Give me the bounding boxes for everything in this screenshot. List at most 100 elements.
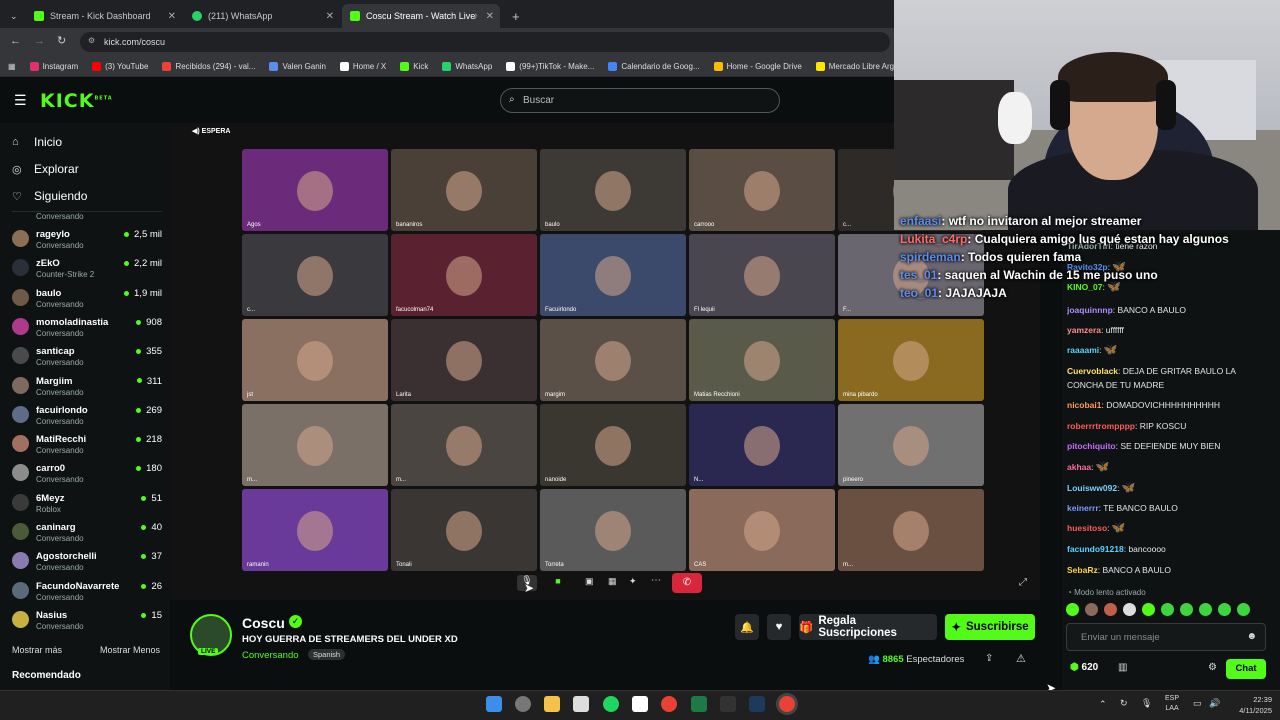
participant-tile[interactable]: N... <box>689 404 835 486</box>
volume-icon[interactable]: 🔊 <box>1209 698 1220 709</box>
chat-username[interactable]: Louisww092 <box>1067 483 1117 493</box>
network-icon[interactable]: ▭ <box>1193 698 1202 709</box>
participant-tile[interactable]: Agos <box>242 149 388 231</box>
chat-input[interactable]: Enviar un mensaje ☻ <box>1066 623 1266 651</box>
participant-tile[interactable]: c... <box>242 234 388 316</box>
file-explorer-icon[interactable] <box>544 696 560 712</box>
app-icon[interactable] <box>632 696 648 712</box>
participant-tile[interactable]: nanoide <box>540 404 686 486</box>
participant-tile[interactable]: m... <box>838 489 984 571</box>
emote-icon[interactable] <box>1066 603 1079 616</box>
gift-subs-button[interactable]: 🎁 Regala Suscripciones <box>799 614 937 640</box>
category-link[interactable]: Conversando <box>242 650 299 661</box>
emote-icon[interactable] <box>1142 603 1155 616</box>
speaker-icon[interactable]: ♪ <box>473 11 478 22</box>
participant-tile[interactable]: Larita <box>391 319 537 401</box>
nav-inicio[interactable]: ⌂ Inicio <box>12 135 62 149</box>
participant-tile[interactable]: ramanin <box>242 489 388 571</box>
participant-tile[interactable]: pineero <box>838 404 984 486</box>
bookmark-item[interactable]: (99+)TikTok - Make... <box>506 61 594 71</box>
notification-bell-icon[interactable]: 🔔 <box>735 614 759 640</box>
chrome-icon[interactable] <box>661 696 677 712</box>
chrome-active-icon[interactable] <box>779 696 795 712</box>
bookmark-item[interactable]: (3) YouTube <box>92 61 148 71</box>
sidebar-channel[interactable]: Nasius Conversando 15 <box>12 608 162 637</box>
chat-username[interactable]: pitochiquito <box>1067 441 1116 451</box>
tray-app-icon[interactable]: ↻ <box>1120 698 1128 709</box>
bookmark-item[interactable]: Calendario de Goog... <box>608 61 700 71</box>
bookmark-item[interactable]: Valen Ganin <box>269 61 326 71</box>
epic-games-icon[interactable] <box>720 696 736 712</box>
participant-tile[interactable]: baulo <box>540 149 686 231</box>
sidebar-channel[interactable]: facuirlondo Conversando 269 <box>12 403 162 432</box>
tray-chevron-icon[interactable]: ⌃ <box>1099 699 1107 710</box>
close-icon[interactable]: ✕ <box>326 11 334 22</box>
emote-icon[interactable] <box>1237 603 1250 616</box>
grid-icon[interactable]: ▦ <box>608 576 617 587</box>
nav-explorar[interactable]: ◎ Explorar <box>12 162 79 176</box>
sidebar-channel[interactable]: caninarg Conversando 40 <box>12 520 162 549</box>
emoji-icon[interactable]: ☻ <box>1246 631 1257 642</box>
channel-points[interactable]: ⬢ 620 <box>1070 662 1098 673</box>
bookmark-item[interactable]: Mercado Libre Arge... <box>815 61 905 71</box>
sidebar-channel[interactable]: FacundoNavarrete Conversando 26 <box>12 579 162 608</box>
effects-icon[interactable]: ✦ <box>629 576 637 587</box>
emote-icon[interactable] <box>1123 603 1136 616</box>
participant-tile[interactable]: facucolman74 <box>391 234 537 316</box>
hang-up-icon[interactable]: ✆ <box>672 573 702 593</box>
back-icon[interactable]: ← <box>10 35 21 47</box>
close-icon[interactable]: ✕ <box>168 11 176 22</box>
chat-username[interactable]: nicobai1 <box>1067 400 1101 410</box>
camera-icon[interactable]: ■ <box>549 576 567 590</box>
emote-icon[interactable] <box>1199 603 1212 616</box>
settings-app-icon[interactable] <box>515 696 531 712</box>
report-icon[interactable]: ⚠ <box>1016 652 1026 665</box>
emote-icon[interactable] <box>1085 603 1098 616</box>
participant-tile[interactable]: Tonali <box>391 489 537 571</box>
tab-search-button[interactable]: ⌄ <box>2 4 24 28</box>
chat-username[interactable]: facundo91218 <box>1067 544 1124 554</box>
spotify-icon[interactable] <box>603 696 619 712</box>
excel-icon[interactable] <box>691 696 707 712</box>
participant-tile[interactable]: mina pibardo <box>838 319 984 401</box>
bookmark-item[interactable]: Kick <box>400 61 428 71</box>
sidebar-channel[interactable]: momoladinastia Conversando 908 <box>12 315 162 344</box>
sidebar-channel[interactable]: 6Meyz Roblox 51 <box>12 491 162 520</box>
store-icon[interactable]: ▥ <box>1118 662 1127 673</box>
chat-username[interactable]: keinerrr <box>1067 503 1099 513</box>
chat-username[interactable]: huesitoso <box>1067 523 1107 533</box>
participant-tile[interactable]: bananiros <box>391 149 537 231</box>
participant-tile[interactable]: jst <box>242 319 388 401</box>
chat-username[interactable]: yamzera <box>1067 325 1101 335</box>
participant-tile[interactable]: Facuirlondo <box>540 234 686 316</box>
bookmark-item[interactable]: Instagram <box>29 61 78 71</box>
participant-tile[interactable]: Torreta <box>540 489 686 571</box>
chat-username[interactable]: SebaRz <box>1067 565 1098 575</box>
steam-icon[interactable] <box>749 696 765 712</box>
forward-icon[interactable]: → <box>34 35 45 47</box>
mic-tray-icon[interactable]: 🎙 <box>1141 698 1152 709</box>
bookmark-item[interactable]: Recibidos (294) - val... <box>162 61 255 71</box>
kick-logo[interactable]: KICKBETA <box>40 90 113 112</box>
tab-kick-dashboard[interactable]: Stream - Kick Dashboard ✕ <box>26 4 182 28</box>
nav-siguiendo[interactable]: ♡ Siguiendo <box>12 189 87 203</box>
store-app-icon[interactable] <box>573 696 589 712</box>
follow-heart-icon[interactable]: ♥ <box>767 614 791 640</box>
participant-tile[interactable]: carrooo <box>689 149 835 231</box>
share-icon[interactable]: ⇪ <box>985 653 993 664</box>
sidebar-channel[interactable]: carro0 Conversando 180 <box>12 461 162 490</box>
site-info-icon[interactable]: ⚙ <box>88 36 95 45</box>
participant-tile[interactable]: Matias Recchioni <box>689 319 835 401</box>
language-tag[interactable]: Spanish <box>308 649 346 660</box>
close-icon[interactable]: ✕ <box>486 11 494 22</box>
chat-username[interactable]: raaaami <box>1067 345 1099 355</box>
show-less-button[interactable]: Mostrar Menos <box>100 645 160 655</box>
subscribe-button[interactable]: ✦ Suscribirse <box>945 614 1035 640</box>
emote-icon[interactable] <box>1161 603 1174 616</box>
emote-icon[interactable] <box>1180 603 1193 616</box>
apps-icon[interactable]: ▦ <box>8 62 16 71</box>
emote-icon[interactable] <box>1104 603 1117 616</box>
participant-tile[interactable]: margim <box>540 319 686 401</box>
new-tab-button[interactable]: + <box>504 4 524 28</box>
sidebar-channel[interactable]: rageylo Conversando 2,5 mil <box>12 227 162 256</box>
